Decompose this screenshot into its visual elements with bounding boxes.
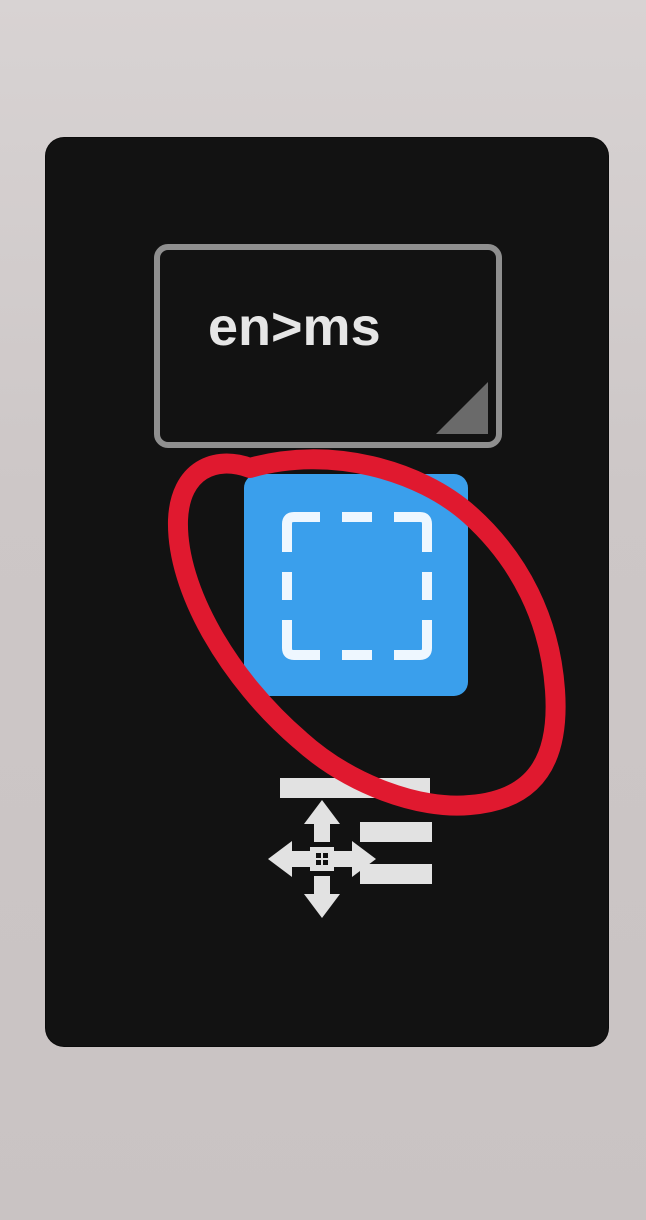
dropdown-corner-icon (436, 382, 488, 434)
language-pair-label: en>ms (208, 297, 381, 357)
language-pair-button[interactable]: en>ms (154, 244, 502, 448)
move-drag-icon[interactable] (266, 772, 436, 922)
dashed-selection-icon (282, 512, 432, 660)
select-area-button[interactable] (244, 474, 468, 696)
